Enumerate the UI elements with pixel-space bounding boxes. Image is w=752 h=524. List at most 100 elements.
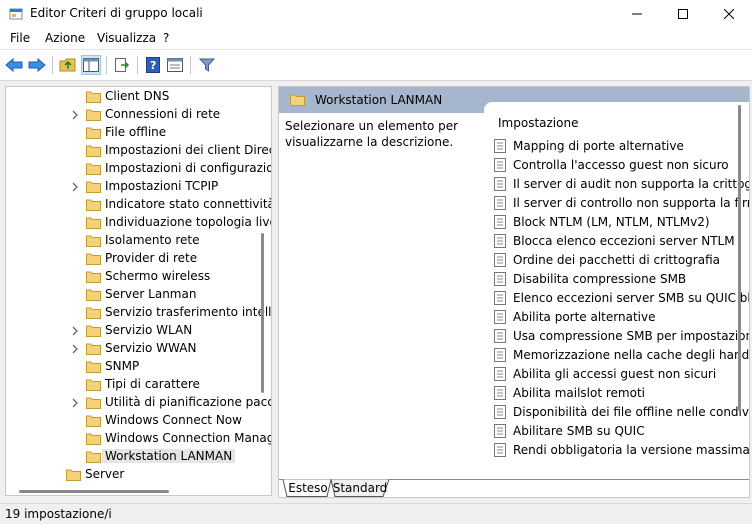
maximize-button[interactable] — [660, 0, 706, 28]
setting-row[interactable]: Il server di controllo non supporta la f… — [494, 193, 750, 212]
folder-icon — [86, 361, 101, 373]
setting-label: Il server di controllo non supporta la f… — [513, 195, 750, 210]
close-button[interactable] — [706, 0, 752, 28]
tree-item[interactable]: Impostazioni dei client Direc — [86, 141, 271, 159]
svg-text:?: ? — [150, 59, 156, 72]
policy-setting-icon — [494, 366, 506, 381]
folder-icon — [86, 109, 101, 121]
console-tree[interactable]: Client DNS Connessioni di rete File offlin… — [5, 86, 272, 496]
tree-item[interactable]: Utilità di pianificazione pacc — [86, 393, 271, 411]
tree-item-label: Schermo wireless — [105, 269, 211, 283]
tree-item-label: Server — [85, 467, 125, 481]
setting-row[interactable]: Elenco eccezioni server SMB su QUIC bla — [494, 288, 749, 307]
export-list-button[interactable] — [112, 55, 132, 75]
forward-button[interactable] — [27, 55, 47, 75]
tree-item[interactable]: Workstation LANMAN — [86, 447, 236, 465]
tree-item[interactable]: SNMP — [86, 357, 139, 375]
menu-help[interactable]: ? — [163, 31, 169, 45]
view-tabs: Esteso Standard — [279, 479, 749, 497]
setting-label: Abilita gli accessi guest non sicuri — [513, 366, 717, 381]
tree-item-label: Connessioni di rete — [105, 107, 221, 121]
setting-row[interactable]: Il server di audit non supporta la critt… — [494, 174, 749, 193]
tree-item-label: Impostazioni di configurazio — [105, 161, 272, 175]
setting-label: Mapping di porte alternative — [513, 138, 684, 153]
policy-setting-icon — [494, 423, 506, 438]
tree-item[interactable]: Indicatore stato connettività — [86, 195, 271, 213]
minimize-button[interactable] — [614, 0, 660, 28]
expand-chevron-icon[interactable] — [70, 181, 80, 192]
tree-item[interactable]: Servizio WLAN — [86, 321, 192, 339]
tree-item[interactable]: Impostazioni di configurazio — [86, 159, 272, 177]
menu-visualizza[interactable]: Visualizza — [97, 31, 156, 45]
tree-item-label: Isolamento rete — [105, 233, 200, 247]
tree-item[interactable]: Isolamento rete — [86, 231, 200, 249]
console-tree-icon — [83, 58, 99, 72]
setting-row[interactable]: Blocca elenco eccezioni server NTLM — [494, 231, 735, 250]
tree-item-label: Tipi di carattere — [105, 377, 200, 391]
filter-icon — [199, 58, 215, 72]
policy-setting-icon — [494, 233, 506, 248]
setting-label: Rendi obbligatoria la versione massima d — [513, 442, 750, 457]
tree-item[interactable]: Schermo wireless — [86, 267, 210, 285]
up-level-button[interactable] — [58, 55, 78, 75]
setting-row[interactable]: Abilita porte alternative — [494, 307, 655, 326]
column-header-impostazione[interactable]: Impostazione — [498, 116, 578, 130]
menu-file[interactable]: File — [10, 31, 30, 45]
tree-vertical-scrollbar[interactable] — [261, 233, 264, 393]
setting-row[interactable]: Disabilita compressione SMB — [494, 269, 686, 288]
expand-chevron-icon[interactable] — [70, 325, 80, 336]
tree-item[interactable]: Tipi di carattere — [86, 375, 200, 393]
setting-label: Blocca elenco eccezioni server NTLM — [513, 233, 735, 248]
tree-horizontal-scrollbar[interactable] — [19, 490, 169, 493]
folder-icon — [86, 163, 101, 175]
tree-item-label: Server Lanman — [105, 287, 197, 301]
menu-azione[interactable]: Azione — [45, 31, 85, 45]
tree-item-server[interactable]: Server — [66, 465, 124, 483]
tree-item[interactable]: Client DNS — [86, 87, 169, 105]
properties-button[interactable] — [165, 55, 185, 75]
tab-esteso[interactable]: Esteso — [288, 479, 328, 497]
maximize-icon — [678, 9, 688, 19]
setting-row[interactable]: Disponibilità dei file offline nelle con… — [494, 402, 749, 421]
tree-item[interactable]: Servizio WWAN — [86, 339, 196, 357]
setting-row[interactable]: Memorizzazione nella cache degli handle — [494, 345, 749, 364]
tree-item-label: Servizio WLAN — [105, 323, 193, 337]
setting-row[interactable]: Abilitare SMB su QUIC — [494, 421, 645, 440]
setting-row[interactable]: Abilita gli accessi guest non sicuri — [494, 364, 716, 383]
folder-up-icon — [59, 58, 76, 72]
tree-item[interactable]: Windows Connect Now — [86, 411, 242, 429]
setting-row[interactable]: Ordine dei pacchetti di crittografia — [494, 250, 720, 269]
tree-item[interactable]: Provider di rete — [86, 249, 197, 267]
help-button[interactable]: ? — [143, 55, 163, 75]
folder-icon — [290, 94, 305, 106]
folder-icon — [86, 199, 101, 211]
tree-item[interactable]: Individuazione topologia live — [86, 213, 271, 231]
setting-row[interactable]: Rendi obbligatoria la versione massima d — [494, 440, 750, 459]
setting-row[interactable]: Mapping di porte alternative — [494, 136, 684, 155]
export-list-icon — [115, 58, 130, 72]
folder-icon — [86, 235, 101, 247]
tree-item-label: File offline — [105, 125, 167, 139]
tab-standard[interactable]: Standard — [333, 479, 388, 497]
setting-row[interactable]: Usa compressione SMB per impostazione — [494, 326, 749, 345]
details-pane: Workstation LANMAN Selezionare un elemen… — [278, 86, 750, 498]
tree-item[interactable]: Servizio trasferimento intellig — [86, 303, 271, 321]
show-hide-tree-button[interactable] — [81, 55, 101, 75]
status-bar: 19 impostazione/i — [0, 503, 752, 524]
setting-row[interactable]: Block NTLM (LM, NTLM, NTLMv2) — [494, 212, 710, 231]
expand-chevron-icon[interactable] — [70, 343, 80, 354]
setting-row[interactable]: Abilita mailslot remoti — [494, 383, 645, 402]
tree-item[interactable]: Windows Connection Manag — [86, 429, 271, 447]
expand-chevron-icon[interactable] — [70, 109, 80, 120]
tree-item[interactable]: Server Lanman — [86, 285, 196, 303]
folder-icon — [86, 271, 101, 283]
expand-chevron-icon[interactable] — [70, 397, 80, 408]
tree-item[interactable]: Impostazioni TCPIP — [86, 177, 218, 195]
setting-row[interactable]: Controlla l'accesso guest non sicuro — [494, 155, 729, 174]
tree-item[interactable]: File offline — [86, 123, 166, 141]
filter-button[interactable] — [197, 55, 217, 75]
tree-item[interactable]: Connessioni di rete — [86, 105, 220, 123]
back-button[interactable] — [4, 55, 24, 75]
settings-scrollbar[interactable] — [738, 105, 741, 411]
toolbar-separator — [52, 56, 53, 74]
